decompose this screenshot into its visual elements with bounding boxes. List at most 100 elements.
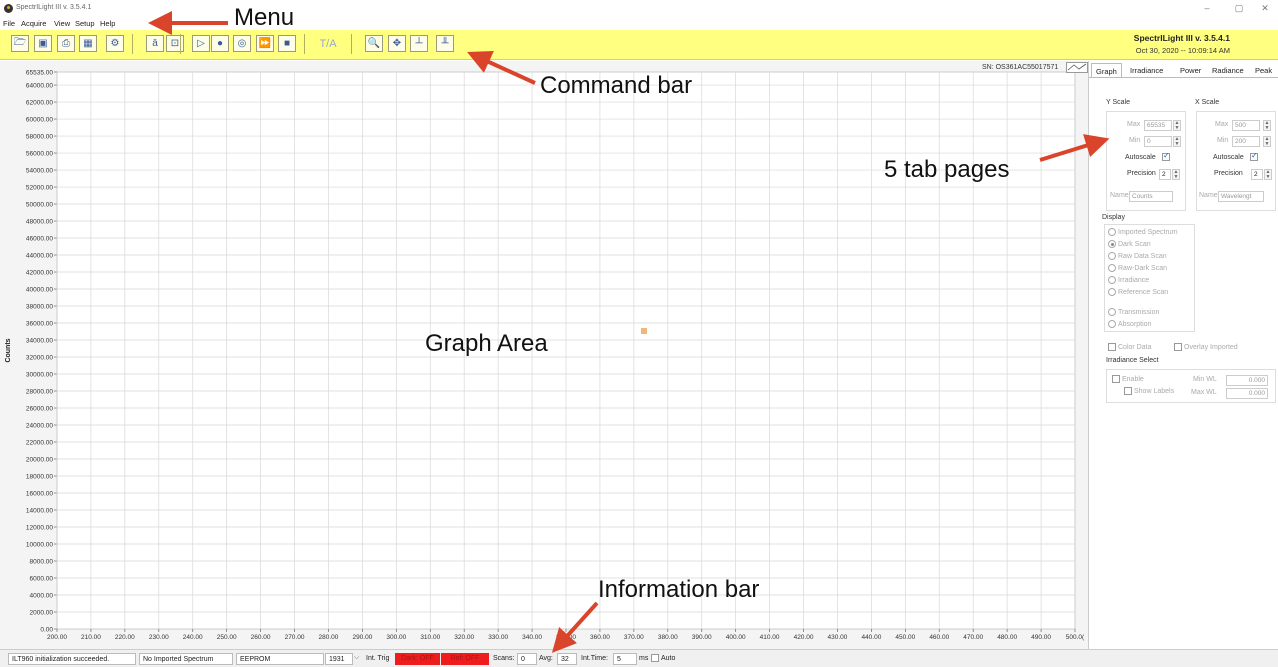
x-precision-field[interactable]: 2	[1251, 169, 1263, 180]
menu-file[interactable]: File	[3, 19, 15, 28]
color-data-option[interactable]: Color Data	[1108, 343, 1151, 351]
information-bar: ILT960 initialization succeeded. No Impo…	[0, 649, 1278, 667]
menu-bar: File Acquire View Setup Help	[0, 17, 1278, 30]
overlay-imported-option[interactable]: Overlay Imported	[1174, 343, 1238, 351]
y-tick-label: 8000.00	[30, 559, 54, 566]
tab-radiance[interactable]: Radiance	[1208, 63, 1248, 78]
y-tick-label: 50000.00	[26, 202, 53, 209]
open-folder-icon[interactable]: 🗁	[11, 35, 29, 52]
display-option-absorption[interactable]: Absorption	[1108, 320, 1151, 328]
display-radio-raw-data-scan[interactable]	[1108, 252, 1116, 260]
enable-checkbox[interactable]	[1112, 375, 1120, 383]
chart-axis-icon[interactable]: ┴	[410, 35, 428, 52]
display-radio-raw-dark-scan[interactable]	[1108, 264, 1116, 272]
display-option-dark-scan[interactable]: Dark Scan	[1108, 240, 1151, 248]
int-time-field[interactable]: 5	[613, 653, 637, 665]
display-option-raw-dark-scan[interactable]: Raw-Dark Scan	[1108, 264, 1167, 272]
chart-reset-icon[interactable]: ╨	[436, 35, 454, 52]
stop-icon[interactable]: ■	[278, 35, 296, 52]
toolbar-separator	[304, 34, 305, 54]
y-name-label: Name	[1110, 192, 1129, 199]
y-min-field[interactable]: 0	[1144, 136, 1172, 147]
show-labels-option[interactable]: Show Labels	[1124, 387, 1174, 395]
play-icon[interactable]: ▷	[192, 35, 210, 52]
display-option-raw-data-scan[interactable]: Raw Data Scan	[1108, 252, 1167, 260]
y-scale-group: Max 65535 ▲▼ Min 0 ▲▼ Autoscale Precisio…	[1106, 111, 1186, 211]
y-precision-spinner[interactable]: ▲ ▼	[1172, 169, 1180, 180]
ta-button[interactable]: T/A	[313, 35, 343, 52]
display-radio-transmission[interactable]	[1108, 308, 1116, 316]
maximize-button[interactable]: ▢	[1229, 2, 1249, 14]
x-tick-label: 350.00	[556, 634, 576, 641]
menu-view[interactable]: View	[54, 19, 70, 28]
single-scan-icon[interactable]: ◎	[233, 35, 251, 52]
display-radio-irradiance[interactable]	[1108, 276, 1116, 284]
irradiance-select-group: Enable Show Labels Min WL 0.000 Max WL 0…	[1106, 369, 1276, 403]
pan-move-icon[interactable]: ✥	[388, 35, 406, 52]
tab-peak[interactable]: Peak	[1251, 63, 1276, 78]
scans-field[interactable]: 0	[517, 653, 537, 665]
avg-field[interactable]: 32	[557, 653, 577, 665]
enable-option[interactable]: Enable	[1112, 375, 1144, 383]
y-autoscale-label: Autoscale	[1125, 154, 1156, 161]
y-precision-field[interactable]: 2	[1159, 169, 1171, 180]
text-a-icon[interactable]: ā	[146, 35, 164, 52]
display-option-irradiance[interactable]: Irradiance	[1108, 276, 1149, 284]
save-icon[interactable]: ▣	[34, 35, 52, 52]
annotation-tab-pages: 5 tab pages	[884, 156, 1010, 183]
toolbar-separator	[180, 34, 181, 54]
display-radio-imported-spectrum[interactable]	[1108, 228, 1116, 236]
y-min-spinner[interactable]: ▲ ▼	[1173, 136, 1181, 147]
window-title: SpectrILight III v. 3.5.4.1	[16, 4, 92, 11]
display-radio-dark-scan[interactable]	[1108, 240, 1116, 248]
close-button[interactable]: ✕	[1255, 2, 1275, 14]
y-max-field[interactable]: 65535	[1144, 120, 1172, 131]
fast-forward-icon[interactable]: ⏩	[256, 35, 274, 52]
x-max-spinner[interactable]: ▲ ▼	[1263, 120, 1271, 131]
tab-graph[interactable]: Graph	[1091, 63, 1122, 78]
display-title: Display	[1102, 214, 1125, 221]
auto-option[interactable]: Auto	[651, 654, 675, 662]
x-min-spinner[interactable]: ▲ ▼	[1263, 136, 1271, 147]
zoom-icon[interactable]: 🔍	[365, 35, 383, 52]
display-radio-reference-scan[interactable]	[1108, 288, 1116, 296]
x-max-field[interactable]: 500	[1232, 120, 1260, 131]
record-icon[interactable]: ●	[211, 35, 229, 52]
tab-power[interactable]: Power	[1176, 63, 1205, 78]
x-autoscale-checkbox[interactable]	[1250, 151, 1258, 161]
spectrum-line-icon[interactable]	[1066, 62, 1088, 73]
y-tick-label: 38000.00	[26, 304, 53, 311]
display-option-transmission[interactable]: Transmission	[1108, 308, 1159, 316]
print-icon[interactable]: ⎙	[57, 35, 75, 52]
y-name-field[interactable]: Counts	[1129, 191, 1173, 202]
overlay-imported-checkbox[interactable]	[1174, 343, 1182, 351]
show-labels-checkbox[interactable]	[1124, 387, 1132, 395]
tab-irradiance[interactable]: Irradiance	[1126, 63, 1167, 78]
x-name-field[interactable]: Wavelengt	[1218, 191, 1264, 202]
auto-checkbox[interactable]	[651, 654, 659, 662]
display-option-imported-spectrum[interactable]: Imported Spectrum	[1108, 228, 1178, 236]
toolbar-separator	[351, 34, 352, 54]
menu-acquire[interactable]: Acquire	[21, 19, 46, 28]
x-tick-label: 220.00	[115, 634, 135, 641]
y-autoscale-checkbox[interactable]	[1162, 151, 1170, 161]
x-tick-label: 340.00	[522, 634, 542, 641]
minimize-button[interactable]: –	[1197, 2, 1217, 14]
overlay-imported-label: Overlay Imported	[1184, 343, 1238, 351]
y-max-spinner[interactable]: ▲ ▼	[1173, 120, 1181, 131]
menu-setup[interactable]: Setup	[75, 19, 95, 28]
x-precision-spinner[interactable]: ▲ ▼	[1264, 169, 1272, 180]
trigger-dropdown-icon[interactable]: ⌵	[354, 654, 359, 662]
scan-frame-icon[interactable]: ⊡	[166, 35, 184, 52]
color-data-checkbox[interactable]	[1108, 343, 1116, 351]
menu-help[interactable]: Help	[100, 19, 115, 28]
display-option-reference-scan[interactable]: Reference Scan	[1108, 288, 1168, 296]
display-radio-absorption[interactable]	[1108, 320, 1116, 328]
min-wl-field[interactable]: 0.000	[1226, 375, 1268, 386]
max-wl-field[interactable]: 0.000	[1226, 388, 1268, 399]
y-tick-label: 18000.00	[26, 474, 53, 481]
trigger-select[interactable]: 1931	[325, 653, 353, 665]
x-min-field[interactable]: 200	[1232, 136, 1260, 147]
settings-gear-icon[interactable]: ⚙	[106, 35, 124, 52]
table-icon[interactable]: ▦	[79, 35, 97, 52]
